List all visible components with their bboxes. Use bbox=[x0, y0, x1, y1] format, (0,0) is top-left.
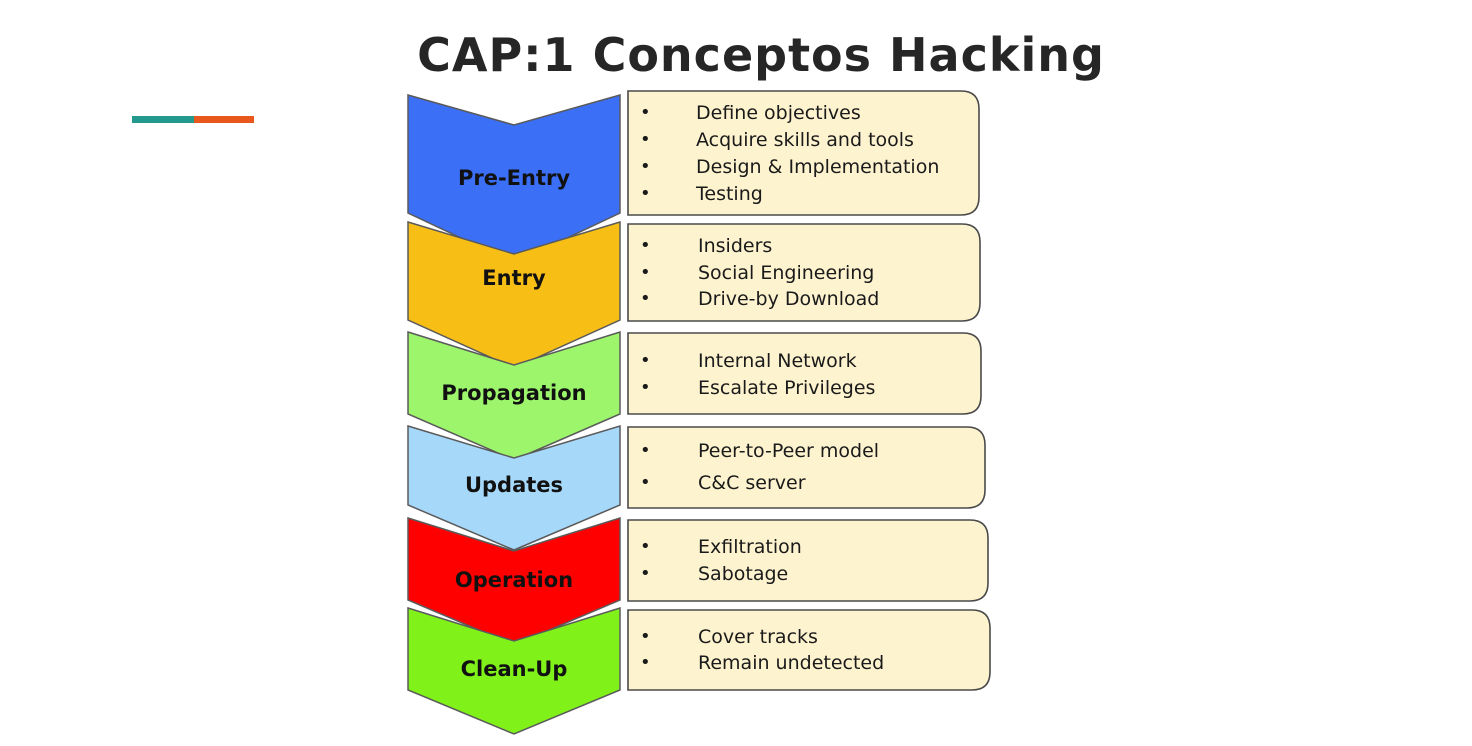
chevron-label-pre-entry: Pre-Entry bbox=[458, 166, 570, 190]
item-box-operation bbox=[627, 519, 989, 602]
bullet-icon: • bbox=[640, 626, 651, 647]
list-item: Design & Implementation bbox=[696, 156, 939, 178]
list-item: Escalate Privileges bbox=[698, 377, 875, 399]
item-box-clean-up bbox=[627, 609, 991, 691]
list-item: Testing bbox=[695, 183, 763, 205]
list-item: Sabotage bbox=[698, 563, 788, 585]
bullet-icon: • bbox=[640, 102, 651, 123]
bullet-icon: • bbox=[640, 440, 651, 461]
bullet-icon: • bbox=[640, 350, 651, 371]
list-item: Social Engineering bbox=[698, 262, 874, 284]
list-item: Remain undetected bbox=[698, 652, 884, 674]
chevron-label-clean-up: Clean-Up bbox=[461, 657, 568, 681]
bullet-icon: • bbox=[640, 129, 651, 150]
list-item: Insiders bbox=[698, 235, 772, 257]
list-item: Exfiltration bbox=[698, 536, 802, 558]
bullet-icon: • bbox=[640, 536, 651, 557]
chevron-label-entry: Entry bbox=[482, 266, 546, 290]
chevron-label-updates: Updates bbox=[465, 473, 563, 497]
list-item: Peer-to-Peer model bbox=[698, 440, 879, 462]
item-box-propagation bbox=[627, 332, 982, 415]
list-item: Drive-by Download bbox=[698, 288, 879, 310]
bullet-icon: • bbox=[640, 652, 651, 673]
bullet-icon: • bbox=[640, 377, 651, 398]
bullet-icon: • bbox=[640, 472, 651, 493]
bullet-icon: • bbox=[640, 183, 651, 204]
bullet-icon: • bbox=[640, 563, 651, 584]
chevron-label-operation: Operation bbox=[455, 568, 573, 592]
list-item: Internal Network bbox=[698, 350, 857, 372]
attack-lifecycle-diagram: Pre-Entry • Define objectives • Acquire skil… bbox=[407, 90, 991, 735]
bullet-icon: • bbox=[640, 235, 651, 256]
list-item: Cover tracks bbox=[698, 626, 818, 648]
list-item: Acquire skills and tools bbox=[696, 129, 914, 151]
list-item: Define objectives bbox=[696, 102, 861, 124]
bullet-icon: • bbox=[640, 288, 651, 309]
bullet-icon: • bbox=[640, 156, 651, 177]
bullet-icon: • bbox=[640, 262, 651, 283]
list-item: C&C server bbox=[698, 472, 806, 494]
chevron-label-propagation: Propagation bbox=[441, 381, 586, 405]
